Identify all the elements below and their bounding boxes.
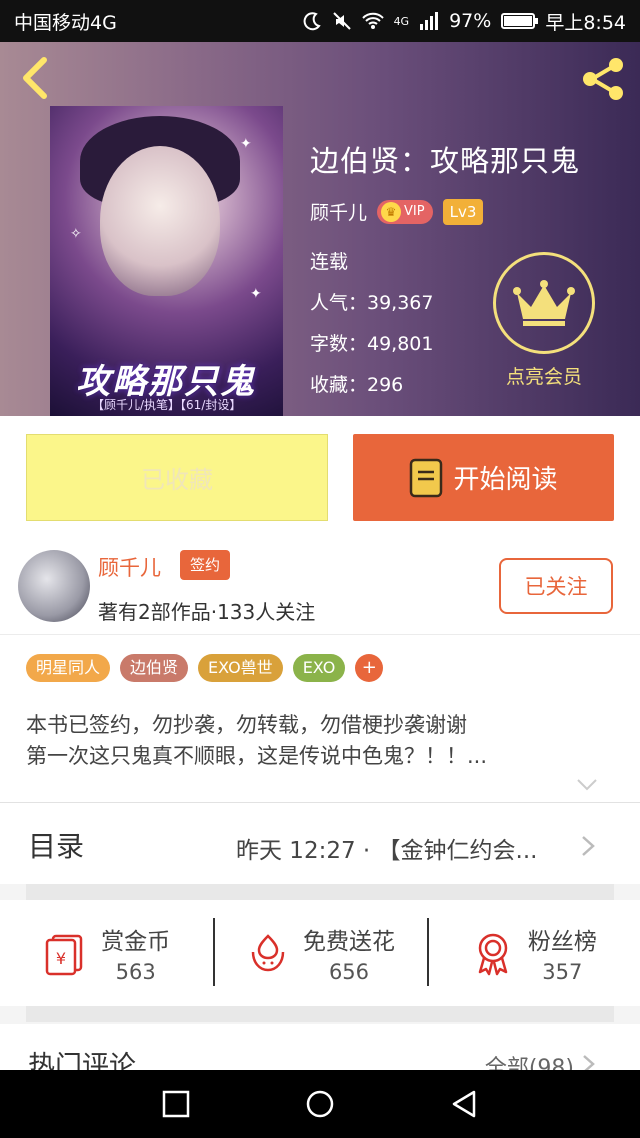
author-name[interactable]: 顾千儿 <box>98 552 161 582</box>
reward-coins-button[interactable]: ¥ 赏金币 563 <box>0 900 213 1006</box>
book-header: ✦ ✧ ✦ 攻略那只鬼 【顾千儿/执笔】【61/封设】 边伯贤：攻略那只鬼 顾千… <box>0 42 640 416</box>
book-icon <box>410 458 443 497</box>
start-reading-label: 开始阅读 <box>453 465 558 495</box>
crown-icon <box>513 280 575 326</box>
tag-item[interactable]: EXO兽世 <box>198 653 283 682</box>
following-button[interactable]: 已关注 <box>499 558 613 614</box>
book-title: 边伯贤：攻略那只鬼 <box>310 144 581 178</box>
sparkle: ✦ <box>240 136 252 152</box>
section-divider <box>26 1006 614 1022</box>
stat-label: 免费送花 <box>302 929 395 955</box>
chevron-down-icon[interactable] <box>576 778 598 792</box>
medal-icon <box>478 933 508 976</box>
vip-label: VIP <box>404 204 425 219</box>
action-bar: 已收藏 开始阅读 <box>0 416 640 538</box>
crown-icon: ♛ <box>381 201 402 222</box>
carrier-label: 中国移动4G <box>14 11 117 34</box>
send-flower-button[interactable]: 免费送花 656 <box>213 900 426 1006</box>
level-badge: Lv3 <box>442 198 484 225</box>
status-icons: 4G 97% 早上8:54 <box>302 8 626 35</box>
share-icon[interactable] <box>578 54 628 104</box>
stat-value: 357 <box>542 960 583 984</box>
cover-subtitle: 【顾千儿/执笔】【61/封设】 <box>92 398 242 412</box>
battery-percent: 97% <box>449 10 492 32</box>
stat-value: 656 <box>328 960 370 984</box>
system-nav-bar <box>0 1070 640 1138</box>
author-row: 顾千儿 签约 著有2部作品·133人关注 已关注 <box>0 538 640 634</box>
stat-value: 563 <box>115 960 156 984</box>
stat-label: 粉丝榜 <box>527 929 597 955</box>
author-line: 顾千儿 ♛ VIP Lv3 <box>310 198 580 225</box>
tag-list: 明星同人 边伯贤 EXO兽世 EXO + <box>0 634 640 700</box>
catalog-row[interactable]: 目录 昨天 12:27 · 【金钟仁约会... <box>0 802 640 884</box>
section-divider <box>26 884 614 900</box>
member-label[interactable]: 点亮会员 <box>493 362 595 389</box>
back-arrow-icon[interactable] <box>16 56 56 100</box>
book-description[interactable]: 本书已签约，勿抄袭，勿转载，勿借梗抄袭谢谢 第一次这只鬼真不顺眼，这是传说中色鬼… <box>0 700 640 802</box>
signal-icon <box>420 12 439 30</box>
description-line: 本书已签约，勿抄袭，勿转载，勿借梗抄袭谢谢 <box>26 713 467 737</box>
mute-icon <box>332 12 351 30</box>
sparkle: ✧ <box>70 226 82 242</box>
clock: 早上8:54 <box>545 11 626 34</box>
chevron-right-icon <box>582 836 595 856</box>
member-crown-button[interactable] <box>493 252 595 354</box>
stat-label: 赏金币 <box>101 929 171 955</box>
back-triangle-icon[interactable] <box>449 1089 479 1119</box>
svg-text:¥: ¥ <box>56 949 66 968</box>
tag-item[interactable]: 边伯贤 <box>120 653 189 682</box>
fan-ranking-button[interactable]: 粉丝榜 357 <box>426 900 640 1006</box>
book-cover[interactable]: ✦ ✧ ✦ 攻略那只鬼 【顾千儿/执笔】【61/封设】 <box>50 106 283 416</box>
cover-portrait <box>100 146 220 296</box>
stats-row: ¥ 赏金币 563 免费送花 656 粉丝榜 357 <box>0 900 640 1006</box>
author-meta: 著有2部作品·133人关注 <box>98 600 316 624</box>
description-line: 第一次这只鬼真不顺眼，这是传说中色鬼？！！... <box>26 744 488 768</box>
battery-icon <box>501 13 539 29</box>
hot-comments-label: 热门评论 <box>28 1051 136 1072</box>
tag-item[interactable]: 明星同人 <box>26 653 111 682</box>
network-label: 4G <box>393 14 410 28</box>
start-reading-button[interactable]: 开始阅读 <box>353 434 614 521</box>
red-envelope-icon: ¥ <box>45 934 83 976</box>
latest-chapter: 昨天 12:27 · 【金钟仁约会... <box>236 838 538 864</box>
hot-comments-header: 热门评论 全部(98) <box>0 1024 640 1072</box>
avatar[interactable] <box>18 550 90 622</box>
status-bar: 中国移动4G 4G 97% 早上8:54 <box>0 0 640 42</box>
flower-icon <box>251 934 285 972</box>
recents-square-icon[interactable] <box>161 1089 191 1119</box>
signed-badge: 签约 <box>180 550 231 580</box>
collected-button[interactable]: 已收藏 <box>26 434 328 521</box>
tag-item[interactable]: EXO <box>292 653 346 682</box>
add-tag-button[interactable]: + <box>355 653 384 682</box>
home-circle-icon[interactable] <box>305 1089 335 1119</box>
moon-icon <box>303 12 321 31</box>
all-comments-link[interactable]: 全部(98) <box>485 1050 574 1072</box>
wifi-icon <box>361 12 384 29</box>
catalog-label: 目录 <box>28 830 85 863</box>
vip-badge: ♛ VIP <box>377 199 433 224</box>
sparkle: ✦ <box>250 286 262 302</box>
book-author[interactable]: 顾千儿 <box>310 198 367 225</box>
